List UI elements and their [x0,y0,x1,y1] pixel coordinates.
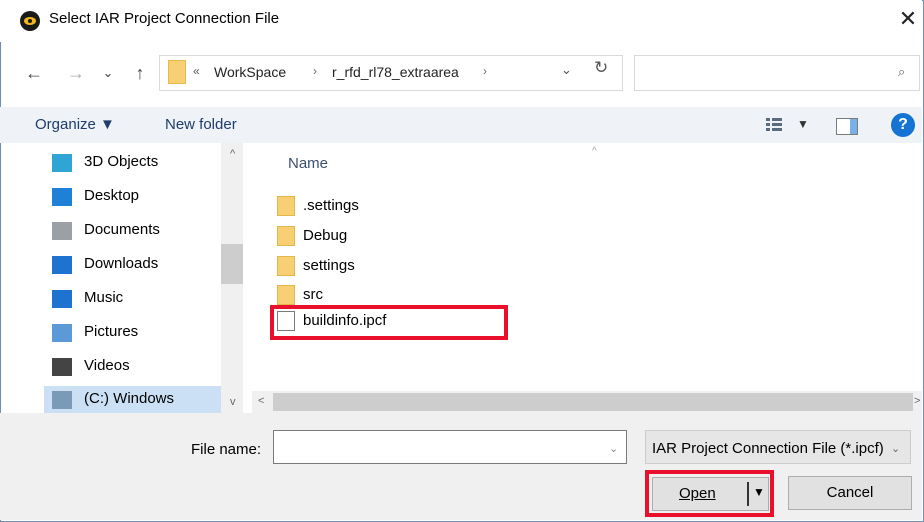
nav-item[interactable]: Pictures [44,319,234,347]
file-name: src [303,286,323,303]
command-bar [0,107,922,143]
nav-scrollbar-thumb[interactable] [221,244,243,284]
file-name-dropdown-icon[interactable]: ⌄ [609,442,618,455]
new-folder-button[interactable]: New folder [165,116,237,133]
refresh-icon[interactable]: ↻ [594,58,608,78]
open-highlight-box [645,470,774,517]
view-options-icon[interactable] [766,118,782,132]
preview-pane-icon[interactable] [836,118,858,135]
file-name: .settings [303,197,359,214]
search-icon[interactable]: ⌕ [898,64,905,80]
3d-objects-icon [52,154,72,172]
help-icon[interactable]: ? [891,113,915,137]
file-list-item[interactable]: settings [277,254,507,280]
file-name-label: File name: [191,441,262,458]
forward-arrow-icon[interactable]: → [64,60,88,86]
iar-app-icon [20,11,40,31]
scroll-down-icon[interactable]: v [230,396,236,408]
desktop-icon [52,188,72,206]
nav-item[interactable]: Documents [44,217,234,245]
nav-item-label: Videos [84,357,130,374]
file-type-dropdown-icon[interactable]: ⌄ [891,442,900,455]
file-highlight-box [270,305,508,340]
folder-icon [168,60,186,84]
pictures-icon [52,324,72,342]
cancel-button-label: Cancel [826,484,874,501]
breadcrumb-separator-icon[interactable]: › [313,64,317,78]
nav-item-label: Downloads [84,255,159,272]
hscrollbar-thumb[interactable] [273,393,913,411]
view-dropdown-icon[interactable]: ▼ [797,117,809,131]
breadcrumb-workspace[interactable]: WorkSpace [214,64,286,80]
documents-icon [52,222,72,240]
up-arrow-icon[interactable]: ↑ [128,60,152,86]
nav-item[interactable]: Desktop [44,183,234,211]
folder-icon [277,285,295,305]
scroll-right-icon[interactable]: > [914,395,920,407]
music-icon [52,290,72,308]
back-arrow-icon[interactable]: ← [22,60,46,86]
organize-button[interactable]: Organize ▼ [35,116,115,133]
drive-icon [52,391,72,409]
nav-item[interactable]: 3D Objects [44,149,234,177]
scroll-up-icon[interactable]: ^ [230,148,235,160]
file-name-input[interactable] [273,430,627,464]
folder-icon [277,226,295,246]
close-icon[interactable]: ✕ [896,6,920,32]
sort-ascending-icon: ^ [592,146,597,157]
recent-locations-icon[interactable]: ⌄ [100,60,116,86]
address-dropdown-icon[interactable]: ⌄ [561,62,572,78]
file-list-item[interactable]: .settings [277,194,507,220]
nav-item-label: Pictures [84,323,139,340]
folder-icon [277,196,295,216]
nav-item[interactable]: (C:) Windows [44,386,234,414]
scroll-left-icon[interactable]: < [258,395,264,407]
window-title: Select IAR Project Connection File [49,10,280,27]
nav-item-label: Music [84,289,124,306]
nav-item-label: Desktop [84,187,140,204]
file-name: settings [303,257,355,274]
file-type-value: IAR Project Connection File (*.ipcf) [652,440,884,457]
breadcrumb-separator-icon[interactable]: › [483,64,487,78]
breadcrumb-project[interactable]: r_rfd_rl78_extraarea [332,64,459,80]
breadcrumb-overflow[interactable]: « [193,64,200,78]
nav-item[interactable]: Downloads [44,251,234,279]
file-list-item[interactable]: Debug [277,224,507,250]
nav-item-label: (C:) Windows [84,390,175,407]
nav-item-label: Documents [84,221,160,238]
search-input[interactable] [634,55,920,91]
nav-item-label: 3D Objects [84,153,159,170]
nav-item[interactable]: Videos [44,353,234,381]
file-name: Debug [303,227,348,244]
videos-icon [52,358,72,376]
downloads-icon [52,256,72,274]
folder-icon [277,256,295,276]
nav-item[interactable]: Music [44,285,234,313]
column-header-name[interactable]: Name [288,155,328,172]
